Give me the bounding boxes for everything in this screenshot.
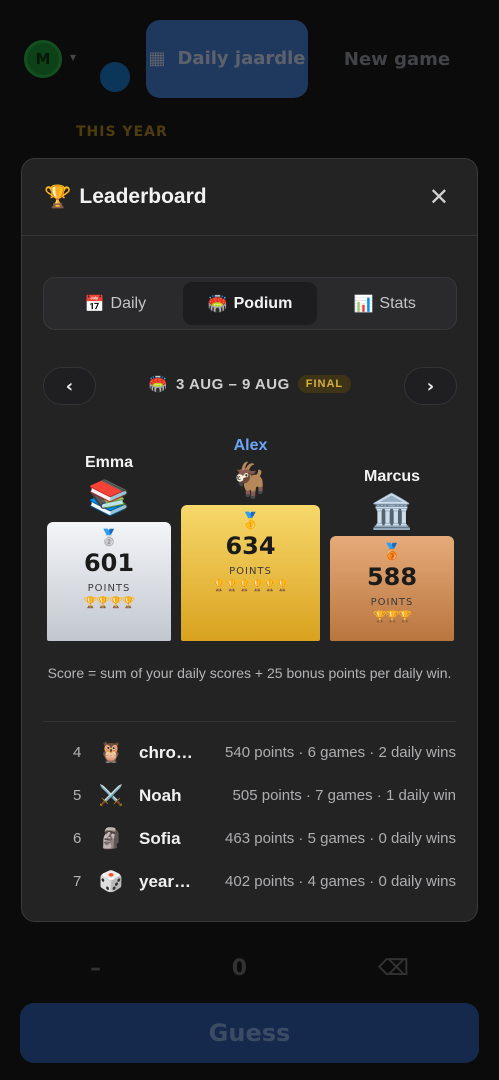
close-icon[interactable]: ✕ <box>429 183 449 211</box>
player-name: year… <box>139 871 191 891</box>
score-explanation: Score = sum of your daily scores + 25 bo… <box>47 665 452 681</box>
tab-stats-label: Stats <box>379 294 416 312</box>
new-game-button[interactable]: New game <box>322 20 472 98</box>
podium-points-label: POINTS <box>370 597 414 608</box>
trophy-icon: 🏆 <box>44 184 72 209</box>
stadium-icon: 🏟️ <box>207 295 228 313</box>
podium-points: 588 <box>366 563 418 591</box>
daily-game-label: Daily jaardle <box>177 48 306 70</box>
week-range-text: 3 AUG – 9 AUG <box>176 375 290 393</box>
podium-points: 634 <box>225 532 276 560</box>
podium-third: Marcus 🏛️ 🥉 588 POINTS 🏆🏆🏆 <box>330 468 454 641</box>
leaderboard-modal: 🏆 Leaderboard ✕ 📅 Daily 🏟️ Podium 📊 Stat… <box>21 158 478 922</box>
podium: Emma 📚 🥈 601 POINTS 🏆🏆🏆🏆 Alex 🐐 🥇 634 PO… <box>22 419 477 641</box>
keyboard-row: – 0 ⌫ <box>20 940 479 996</box>
player-name: chro… <box>139 742 193 762</box>
list-item: 5 ⚔️ Noah 505 points · 7 games · 1 daily… <box>43 774 456 817</box>
bar-chart-icon: 📊 <box>353 295 374 313</box>
guess-button[interactable]: Guess <box>20 1003 479 1063</box>
gold-medal-icon: 🥇 <box>240 511 261 530</box>
stadium-icon: 🏟️ <box>148 376 169 393</box>
modal-header: 🏆 Leaderboard ✕ <box>22 159 477 236</box>
top-bar: M ▾ ▦ Daily jaardle New game <box>0 20 499 98</box>
modal-title-text: Leaderboard <box>79 185 207 208</box>
moai-icon: 🗿 <box>98 828 124 850</box>
daily-game-button[interactable]: ▦ Daily jaardle <box>146 20 308 98</box>
podium-name: Emma <box>84 454 134 471</box>
podium-points-label: POINTS <box>229 566 272 577</box>
list-item: 4 🦉 chro… 540 points · 6 games · 2 daily… <box>43 731 456 774</box>
swords-icon: ⚔️ <box>98 785 124 807</box>
modal-title: 🏆 Leaderboard <box>44 184 207 210</box>
daily-wins-icons: 🏆🏆🏆🏆🏆🏆 <box>212 579 289 592</box>
globe-icon[interactable] <box>100 62 130 92</box>
podium-first: Alex 🐐 🥇 634 POINTS 🏆🏆🏆🏆🏆🏆 <box>181 437 320 641</box>
podium-name: Alex <box>233 437 268 454</box>
player-stats: 505 points · 7 games · 1 daily win <box>232 787 456 804</box>
minus-key[interactable]: – <box>90 956 101 981</box>
podium-block-bronze: 🥉 588 POINTS 🏆🏆🏆 <box>330 536 454 641</box>
divider <box>43 721 456 722</box>
chevron-down-icon[interactable]: ▾ <box>70 50 76 64</box>
rank-number: 7 <box>73 873 82 890</box>
podium-avatar: 📚 <box>87 478 131 518</box>
bronze-medal-icon: 🥉 <box>382 542 402 561</box>
player-stats: 402 points · 4 games · 0 daily wins <box>225 873 456 890</box>
podium-second: Emma 📚 🥈 601 POINTS 🏆🏆🏆🏆 <box>47 454 171 641</box>
tab-stats[interactable]: 📊 Stats <box>317 282 452 325</box>
backspace-key[interactable]: ⌫ <box>378 956 409 981</box>
player-name: Sofia <box>139 828 181 848</box>
podium-points: 601 <box>83 549 135 577</box>
daily-wins-icons: 🏆🏆🏆 <box>372 610 412 623</box>
podium-avatar: 🏛️ <box>370 492 414 532</box>
week-selector: ‹ 🏟️ 3 AUG – 9 AUG FINAL › <box>43 367 457 405</box>
owl-icon: 🦉 <box>98 742 124 764</box>
status-badge: FINAL <box>297 375 352 393</box>
rank-number: 4 <box>73 744 82 761</box>
silver-medal-icon: 🥈 <box>99 528 119 547</box>
ranking-list: 4 🦉 chro… 540 points · 6 games · 2 daily… <box>43 731 456 903</box>
rank-number: 5 <box>73 787 82 804</box>
leaderboard-tabs: 📅 Daily 🏟️ Podium 📊 Stats <box>43 277 457 330</box>
calendar-icon: ▦ <box>148 48 166 70</box>
tab-podium[interactable]: 🏟️ Podium <box>182 282 318 325</box>
podium-block-gold: 🥇 634 POINTS 🏆🏆🏆🏆🏆🏆 <box>181 505 320 641</box>
player-name: Noah <box>139 785 182 805</box>
list-item: 7 🎲 year… 402 points · 4 games · 0 daily… <box>43 860 456 903</box>
tab-podium-label: Podium <box>233 294 293 312</box>
podium-points-label: POINTS <box>87 583 131 594</box>
tab-daily-label: Daily <box>110 294 147 312</box>
zero-key[interactable]: 0 <box>232 956 247 981</box>
daily-wins-icons: 🏆🏆🏆🏆 <box>83 596 136 609</box>
podium-name: Marcus <box>363 468 421 485</box>
calendar-icon: 📅 <box>84 295 105 313</box>
player-stats: 463 points · 5 games · 0 daily wins <box>225 830 456 847</box>
user-avatar[interactable]: M <box>24 40 62 78</box>
list-item: 6 🗿 Sofia 463 points · 5 games · 0 daily… <box>43 817 456 860</box>
week-range: 🏟️ 3 AUG – 9 AUG FINAL <box>43 375 457 393</box>
player-stats: 540 points · 6 games · 2 daily wins <box>225 744 456 761</box>
dice-icon: 🎲 <box>98 871 124 893</box>
tab-daily[interactable]: 📅 Daily <box>48 282 183 325</box>
podium-avatar: 🐐 <box>229 461 272 501</box>
rank-number: 6 <box>73 830 82 847</box>
next-week-button[interactable]: › <box>404 367 457 405</box>
this-year-label: THIS YEAR <box>76 124 168 140</box>
podium-block-silver: 🥈 601 POINTS 🏆🏆🏆🏆 <box>47 522 171 641</box>
